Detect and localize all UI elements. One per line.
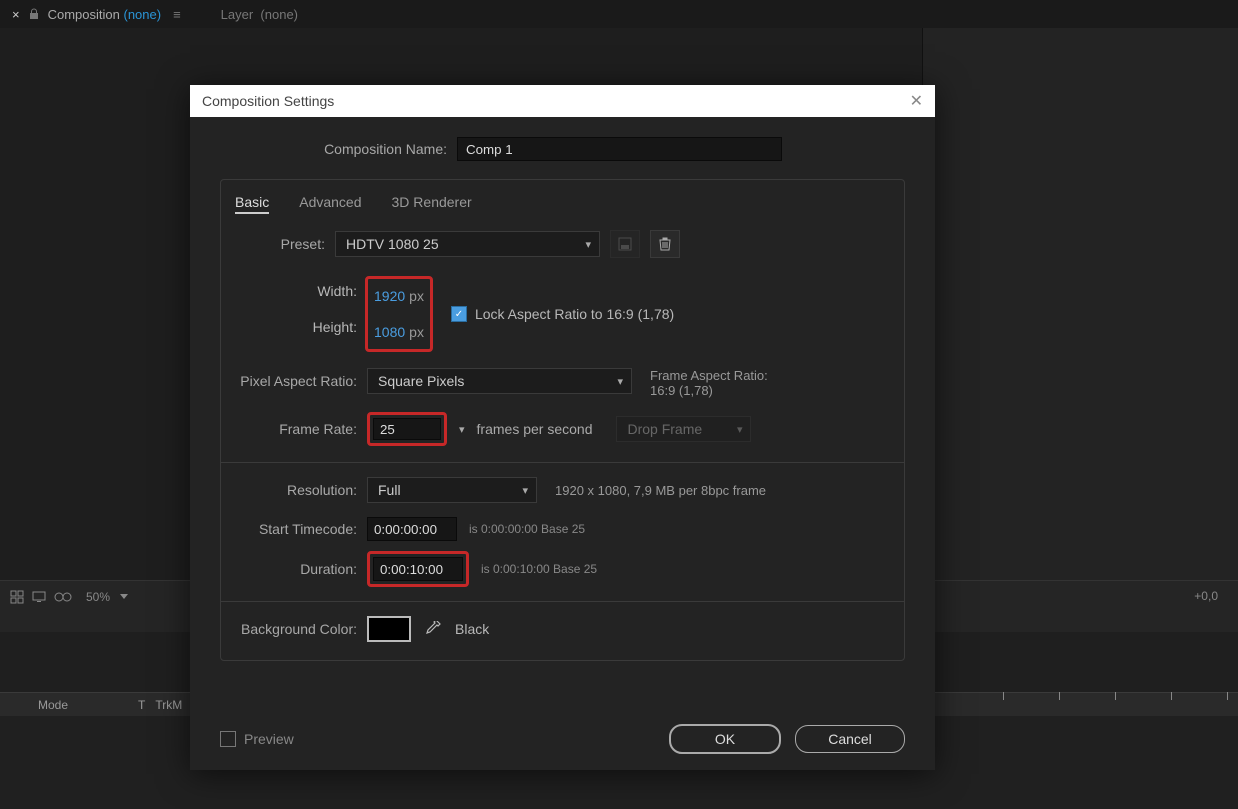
tab-basic[interactable]: Basic [235, 194, 269, 214]
chevron-down-icon: ▾ [617, 375, 623, 388]
close-icon[interactable]: ✕ [910, 91, 923, 111]
background-color-label: Background Color: [235, 621, 367, 637]
preset-label: Preset: [235, 236, 335, 252]
duration-highlight [367, 551, 469, 587]
width-unit: px [409, 288, 424, 304]
zoom-percent[interactable]: 50% [86, 590, 110, 604]
offset-value[interactable]: +0,0 [1194, 589, 1218, 603]
preset-select[interactable]: HDTV 1080 25 ▾ [335, 231, 600, 257]
pixel-aspect-label: Pixel Aspect Ratio: [235, 368, 367, 394]
resolution-value: Full [378, 482, 401, 498]
column-t[interactable]: T [138, 698, 145, 712]
start-timecode-info: is 0:00:00:00 Base 25 [469, 522, 585, 536]
composition-name-input[interactable] [457, 137, 782, 161]
settings-tab-container: Basic Advanced 3D Renderer Preset: HDTV … [220, 179, 905, 661]
width-input[interactable]: 1920 [374, 288, 405, 304]
close-panel-icon[interactable]: × [12, 7, 20, 22]
resolution-info: 1920 x 1080, 7,9 MB per 8bpc frame [555, 483, 766, 498]
drop-frame-value: Drop Frame [627, 421, 702, 437]
frame-rate-highlight [367, 412, 447, 446]
lock-icon[interactable] [28, 8, 40, 20]
frame-rate-input[interactable] [373, 418, 441, 440]
fps-label: frames per second [477, 421, 593, 437]
resolution-select[interactable]: Full ▾ [367, 477, 537, 503]
preset-value: HDTV 1080 25 [346, 236, 439, 252]
ok-button[interactable]: OK [669, 724, 781, 754]
tab-3d-renderer[interactable]: 3D Renderer [392, 194, 472, 214]
drop-frame-select: Drop Frame ▾ [616, 416, 751, 442]
preview-label: Preview [244, 731, 294, 747]
duration-label: Duration: [235, 561, 367, 577]
lock-aspect-checkbox[interactable]: ✓ [451, 306, 467, 322]
chevron-down-icon[interactable]: ▾ [459, 423, 465, 436]
delete-preset-button[interactable] [650, 230, 680, 258]
frame-rate-label: Frame Rate: [235, 421, 367, 437]
dimensions-highlight: 1920px 1080px [365, 276, 433, 352]
preview-checkbox[interactable] [220, 731, 236, 747]
tab-bar: Basic Advanced 3D Renderer [235, 194, 890, 214]
composition-tab-label: Composition [48, 7, 120, 22]
pixel-aspect-select[interactable]: Square Pixels ▾ [367, 368, 632, 394]
lock-aspect-label: Lock Aspect Ratio to 16:9 (1,78) [475, 306, 674, 322]
divider [221, 462, 904, 463]
start-timecode-label: Start Timecode: [235, 521, 367, 537]
grid-icon[interactable] [10, 590, 24, 604]
tab-advanced[interactable]: Advanced [299, 194, 361, 214]
pixel-aspect-value: Square Pixels [378, 373, 464, 389]
eyedropper-icon[interactable] [425, 621, 441, 637]
chevron-down-icon: ▾ [522, 484, 528, 497]
height-input[interactable]: 1080 [374, 324, 405, 340]
start-timecode-input[interactable] [367, 517, 457, 541]
frame-aspect-info: Frame Aspect Ratio: 16:9 (1,78) [650, 368, 768, 398]
chevron-down-icon[interactable] [120, 594, 128, 600]
column-trkm[interactable]: TrkM [155, 698, 182, 712]
divider [221, 601, 904, 602]
cancel-button[interactable]: Cancel [795, 725, 905, 753]
panel-menu-icon[interactable]: ≡ [173, 7, 181, 22]
save-preset-button[interactable] [610, 230, 640, 258]
chevron-down-icon: ▾ [585, 238, 591, 251]
column-mode[interactable]: Mode [38, 698, 68, 712]
duration-input[interactable] [373, 557, 463, 581]
monitor-icon[interactable] [32, 591, 46, 603]
composition-none-link[interactable]: (none) [123, 7, 161, 22]
dialog-title: Composition Settings [202, 93, 910, 109]
composition-name-label: Composition Name: [220, 141, 457, 157]
resolution-label: Resolution: [235, 482, 367, 498]
panel-tab-bar: × Composition (none) ≡ Layer (none) [0, 0, 1238, 28]
composition-settings-dialog: Composition Settings ✕ Composition Name:… [190, 85, 935, 770]
width-label: Width: [235, 278, 357, 304]
height-unit: px [409, 324, 424, 340]
layer-tab-label: Layer (none) [221, 7, 298, 22]
background-color-name: Black [455, 621, 489, 637]
mask-icon[interactable] [54, 591, 72, 603]
height-label: Height: [235, 314, 357, 340]
timeline-ruler [1003, 692, 1238, 716]
background-color-swatch[interactable] [367, 616, 411, 642]
duration-info: is 0:00:10:00 Base 25 [481, 562, 597, 576]
dialog-titlebar[interactable]: Composition Settings ✕ [190, 85, 935, 117]
chevron-down-icon: ▾ [737, 423, 743, 436]
right-panel [922, 28, 1238, 588]
